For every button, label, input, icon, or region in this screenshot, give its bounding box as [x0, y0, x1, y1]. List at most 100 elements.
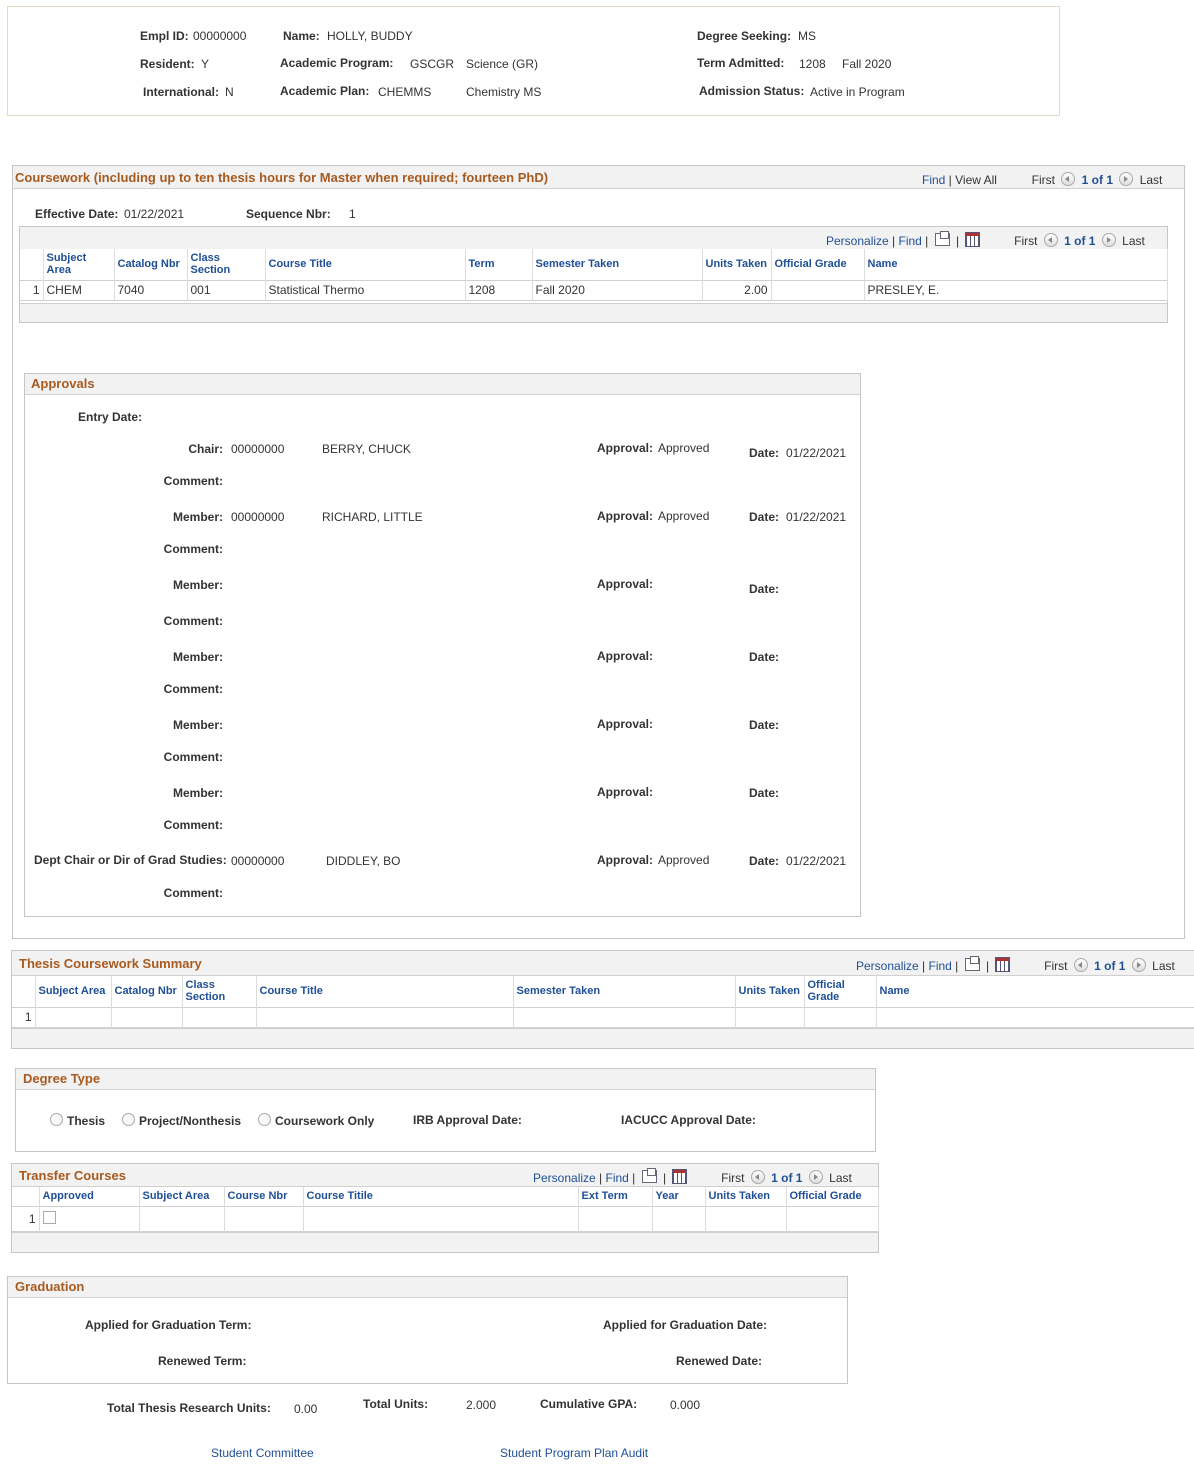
coursework-only-radio[interactable]: Coursework Only	[258, 1113, 374, 1128]
comment-label: Comment:	[163, 818, 223, 832]
cell	[652, 1206, 706, 1231]
admission-status-label: Admission Status:	[699, 84, 805, 98]
col-semester-taken[interactable]: Semester Taken	[532, 249, 703, 280]
transfer-courses-section: Transfer Courses Personalize | Find | | …	[11, 1163, 879, 1253]
next-icon[interactable]	[1101, 233, 1116, 247]
cell-semester: Fall 2020	[532, 280, 703, 300]
col-class-section[interactable]: Class Section	[187, 249, 266, 280]
chair-label: Chair:	[188, 442, 223, 456]
find-link[interactable]: Find	[929, 959, 952, 973]
col-class-section[interactable]: Class Section	[182, 976, 257, 1007]
col-subject-area[interactable]: Subject Area	[43, 249, 115, 280]
col-course-title[interactable]: Course Title	[265, 249, 466, 280]
previous-icon[interactable]	[1073, 958, 1088, 972]
col-term[interactable]: Term	[465, 249, 533, 280]
project-radio[interactable]: Project/Nonthesis	[122, 1113, 241, 1128]
col-row-num	[12, 976, 36, 1007]
col-course-title[interactable]: Course Titile	[303, 1187, 579, 1206]
grid-find-link[interactable]: Find	[899, 234, 922, 248]
col-year[interactable]: Year	[652, 1187, 706, 1206]
col-approved[interactable]: Approved	[39, 1187, 140, 1206]
col-semester-taken[interactable]: Semester Taken	[513, 976, 736, 1007]
degree-seeking-label: Degree Seeking:	[697, 29, 792, 43]
personalize-link[interactable]: Personalize	[533, 1171, 596, 1185]
cell	[578, 1206, 653, 1231]
thesis-radio[interactable]: Thesis	[50, 1113, 105, 1128]
col-official-grade[interactable]: Official Grade	[804, 976, 877, 1007]
irb-approval-date-label: IRB Approval Date:	[413, 1113, 522, 1127]
chair-name: BERRY, CHUCK	[322, 442, 411, 456]
col-name[interactable]: Name	[864, 249, 1168, 280]
col-course-title[interactable]: Course Title	[256, 976, 514, 1007]
member-date-label: Date:	[749, 786, 780, 800]
coursework-nav: Find | View All First 1 of 1 Last	[922, 172, 1163, 187]
previous-icon[interactable]	[750, 1170, 765, 1184]
degree-type-title: Degree Type	[23, 1071, 101, 1086]
find-link[interactable]: Find	[606, 1171, 629, 1185]
empl-id-label: Empl ID:	[140, 29, 189, 43]
col-official-grade[interactable]: Official Grade	[771, 249, 865, 280]
coursework-view-all-link[interactable]: View All	[955, 173, 997, 187]
next-icon[interactable]	[1131, 958, 1146, 972]
grid-count: 1 of 1	[1064, 234, 1096, 248]
total-thesis-units-label: Total Thesis Research Units:	[107, 1401, 271, 1415]
member-approval-label: Approval:	[597, 649, 654, 663]
personalize-link[interactable]: Personalize	[826, 234, 889, 248]
transfer-footer	[12, 1232, 878, 1252]
cell	[876, 1007, 1194, 1027]
degree-seeking-value: MS	[798, 29, 816, 43]
next-icon[interactable]	[1119, 172, 1134, 186]
student-program-plan-audit-link[interactable]: Student Program Plan Audit	[500, 1446, 648, 1460]
col-name[interactable]: Name	[876, 976, 1194, 1007]
col-catalog-nbr[interactable]: Catalog Nbr	[114, 249, 188, 280]
col-official-grade[interactable]: Official Grade	[786, 1187, 879, 1206]
col-catalog-nbr[interactable]: Catalog Nbr	[111, 976, 183, 1007]
first-label: First	[721, 1171, 745, 1185]
cell	[786, 1206, 879, 1231]
personalize-link[interactable]: Personalize	[856, 959, 919, 973]
sequence-nbr-label: Sequence Nbr:	[246, 207, 331, 221]
new-window-icon[interactable]	[934, 231, 950, 246]
cell	[182, 1007, 257, 1027]
total-thesis-units-value: 0.00	[294, 1402, 318, 1416]
dept-chair-date-label: Date:	[749, 854, 780, 868]
student-committee-link[interactable]: Student Committee	[211, 1446, 314, 1460]
coursework-title: Coursework (including up to ten thesis h…	[15, 170, 549, 185]
download-grid-icon[interactable]	[995, 957, 1011, 972]
download-grid-icon[interactable]	[965, 232, 981, 247]
dept-chair-id: 00000000	[231, 854, 285, 868]
previous-icon[interactable]	[1043, 233, 1058, 247]
approved-checkbox[interactable]	[42, 1211, 56, 1224]
member-approval-label: Approval:	[597, 577, 654, 591]
term-admitted-label: Term Admitted:	[697, 56, 785, 70]
download-grid-icon[interactable]	[672, 1169, 688, 1184]
col-subject-area[interactable]: Subject Area	[35, 976, 112, 1007]
col-units-taken[interactable]: Units Taken	[735, 976, 805, 1007]
cell-catalog: 7040	[114, 280, 188, 300]
member-name: RICHARD, LITTLE	[322, 510, 423, 524]
radio-icon	[122, 1113, 135, 1126]
approvals-title: Approvals	[31, 376, 95, 391]
member-date-label: Date:	[749, 582, 780, 596]
next-icon[interactable]	[808, 1170, 823, 1184]
cell-term: 1208	[465, 280, 533, 300]
row-num: 1	[20, 280, 44, 300]
academic-program-code: GSCGR	[410, 57, 455, 71]
col-course-nbr[interactable]: Course Nbr	[224, 1187, 304, 1206]
new-window-icon[interactable]	[641, 1168, 657, 1183]
col-units-taken[interactable]: Units Taken	[705, 1187, 787, 1206]
col-subject-area[interactable]: Subject Area	[139, 1187, 225, 1206]
transfer-nav: Personalize | Find | | First 1 of 1 Last	[533, 1168, 852, 1185]
dept-chair-date-value: 01/22/2021	[786, 854, 847, 868]
cell	[513, 1007, 736, 1027]
new-window-icon[interactable]	[964, 956, 980, 971]
col-ext-term[interactable]: Ext Term	[578, 1187, 653, 1206]
col-units-taken[interactable]: Units Taken	[702, 249, 772, 280]
comment-label: Comment:	[163, 542, 223, 556]
member-id: 00000000	[231, 510, 285, 524]
grid-first-label: First	[1014, 234, 1038, 248]
coursework-find-link[interactable]: Find	[922, 173, 945, 187]
coursework-last-label: Last	[1139, 173, 1163, 187]
previous-icon[interactable]	[1061, 172, 1076, 186]
entry-date-label: Entry Date:	[78, 410, 143, 424]
